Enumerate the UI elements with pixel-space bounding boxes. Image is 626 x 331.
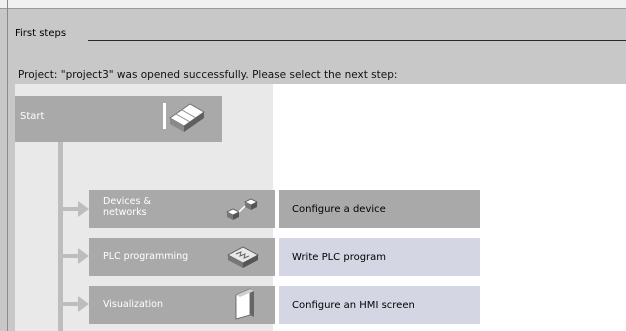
step-label: PLC programming [103,251,189,262]
top-border [0,0,626,9]
visualization-icon [230,287,258,321]
start-portal-icon [160,100,208,136]
step-label: Visualization [103,299,164,310]
devices-networks-icon [225,196,261,222]
configure-hmi-screen-label: Configure an HMI screen [292,300,415,311]
arrow-icon [63,199,90,219]
section-title: First steps [15,28,67,39]
write-plc-program-label: Write PLC program [292,252,387,263]
plc-programming-icon [225,243,261,271]
arrow-icon [63,294,90,314]
start-label: Start [20,111,45,122]
arrow-icon [63,246,90,266]
section-title-rule [88,40,626,41]
project-status-message: Project: "project3" was opened successfu… [18,69,398,81]
step-label: Devices & networks [103,196,151,218]
configure-device-label: Configure a device [292,204,386,215]
left-border [7,0,8,331]
